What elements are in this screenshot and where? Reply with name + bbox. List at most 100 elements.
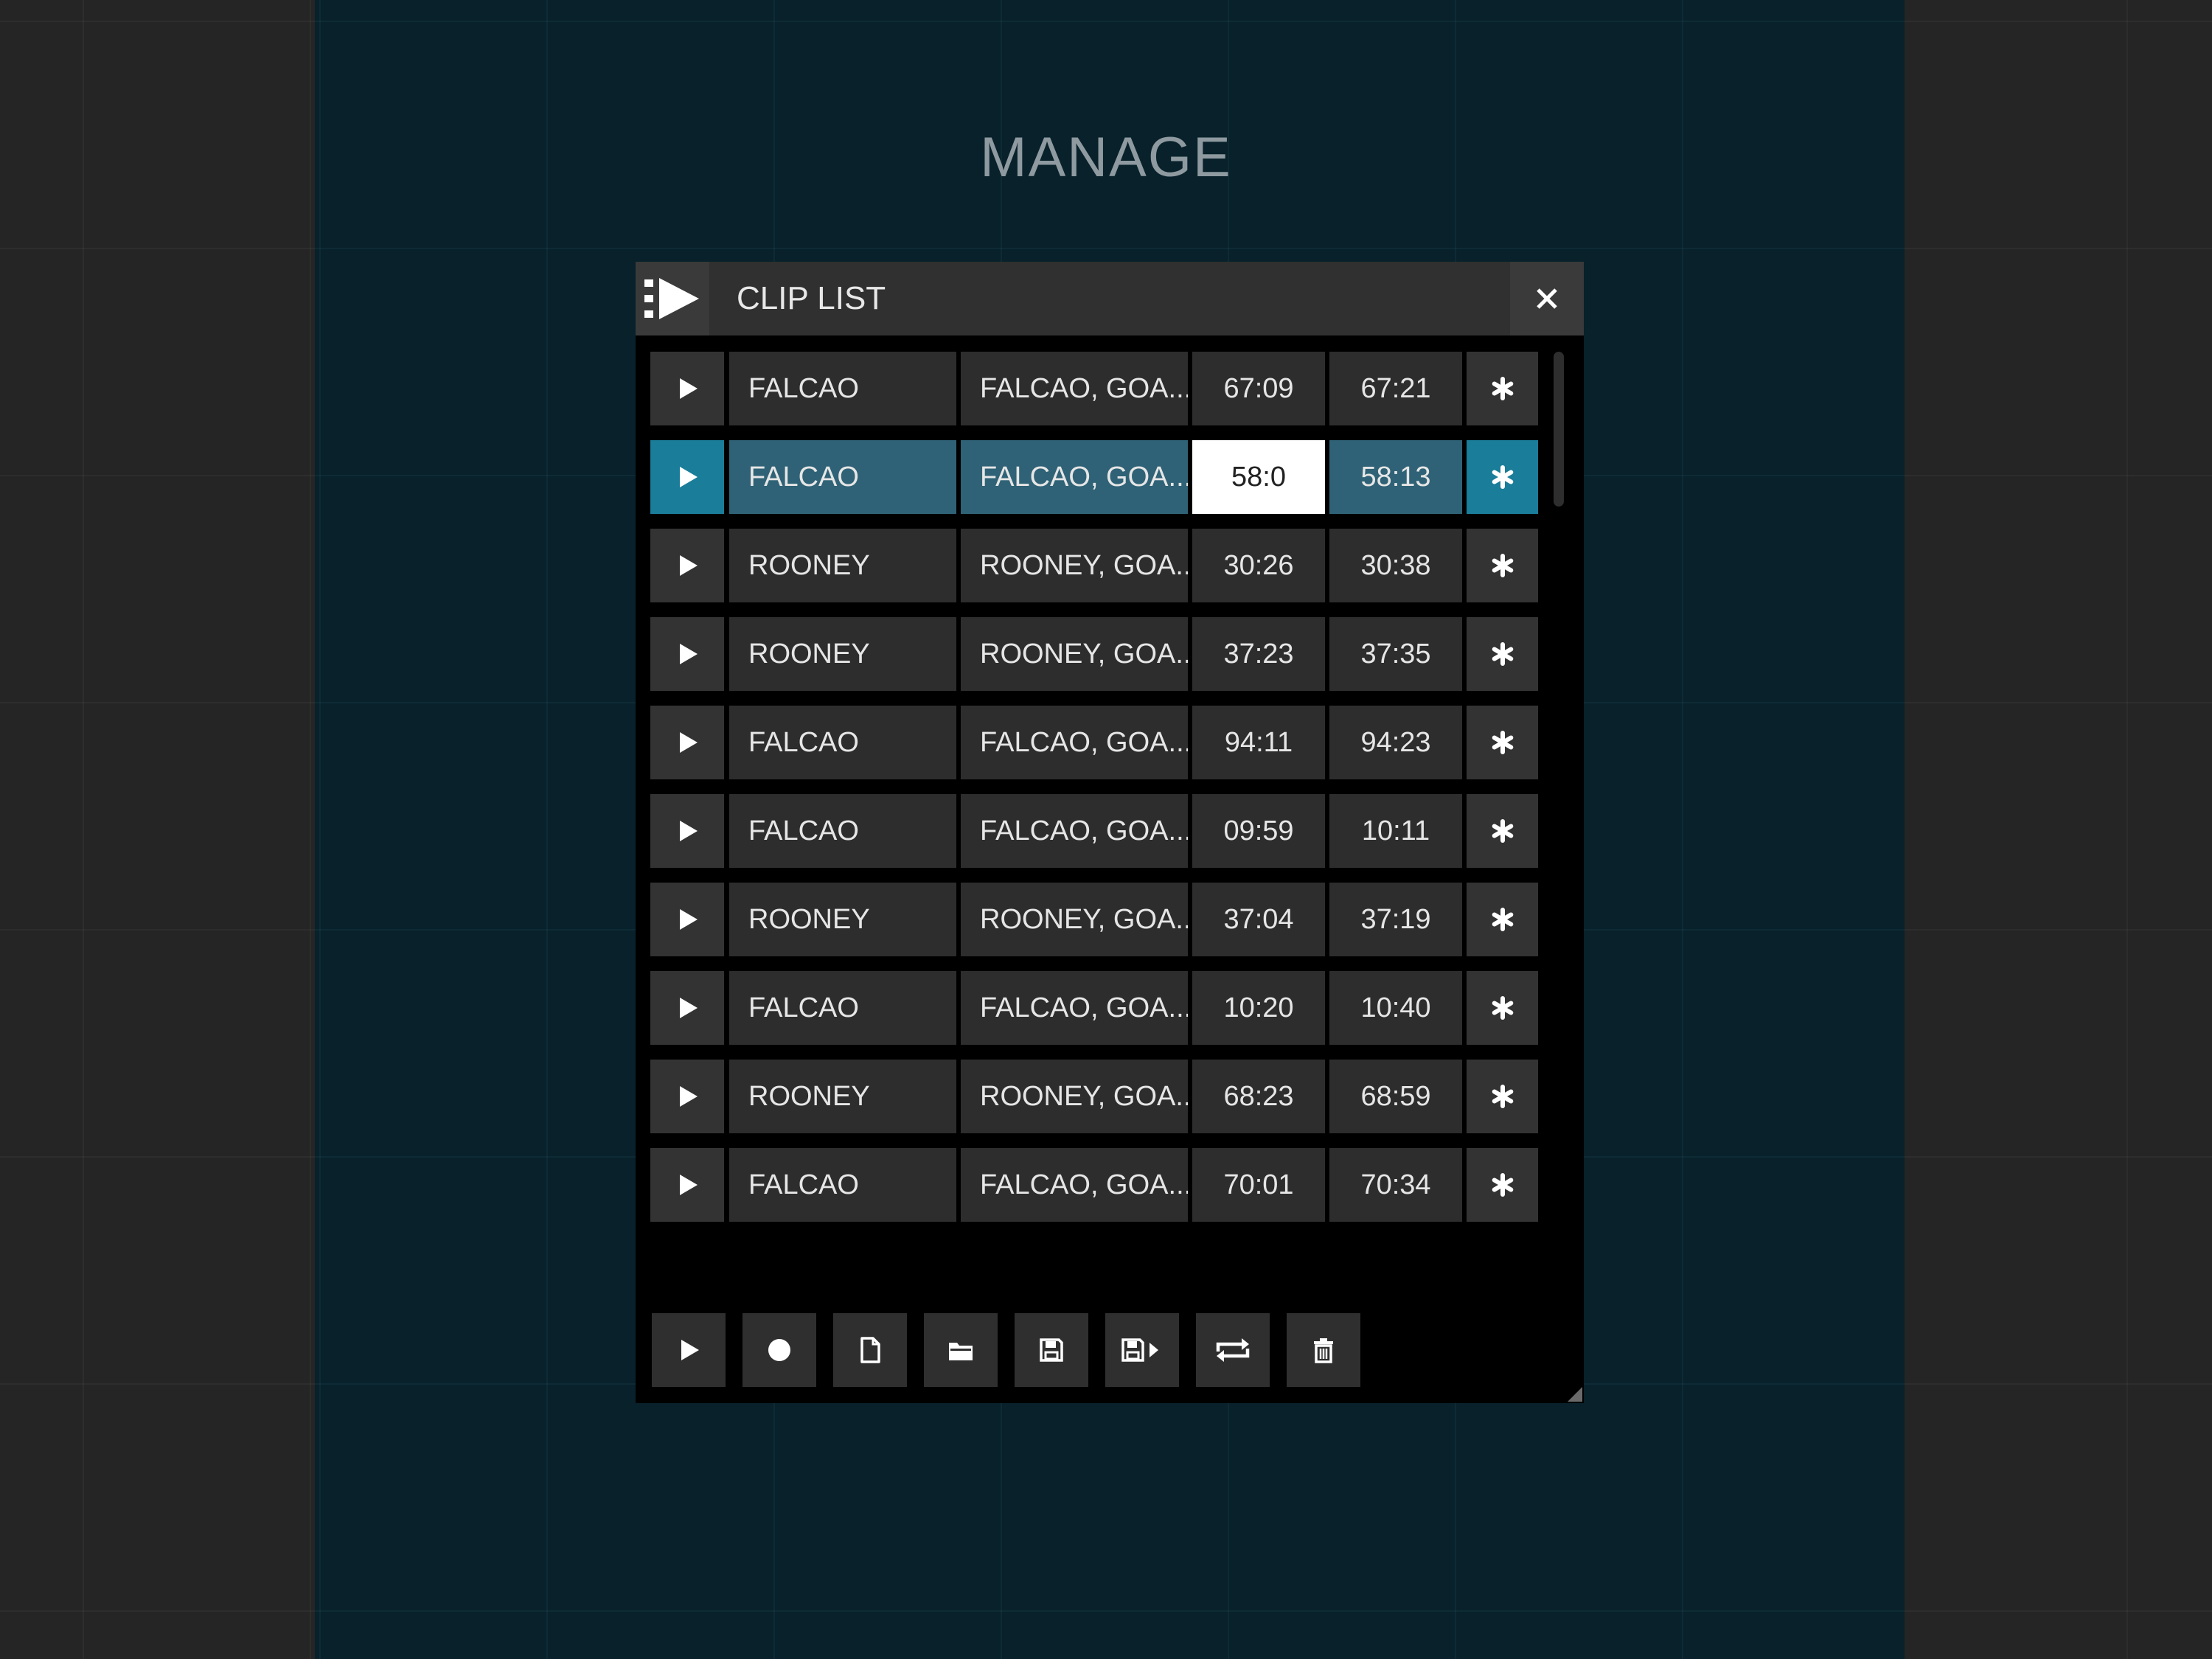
clip-out-time[interactable]: 10:11: [1329, 794, 1462, 868]
clip-row[interactable]: ROONEY ROONEY, GOA... 30:26 30:38: [650, 529, 1538, 602]
clip-options-button[interactable]: [1467, 352, 1538, 425]
clip-out-time[interactable]: 37:19: [1329, 883, 1462, 956]
clip-out-time[interactable]: 68:59: [1329, 1060, 1462, 1133]
clip-in-time[interactable]: 10:20: [1192, 971, 1325, 1045]
clip-options-button[interactable]: [1467, 971, 1538, 1045]
clip-name[interactable]: FALCAO: [729, 1148, 956, 1222]
asterisk-icon: [1492, 642, 1513, 666]
asterisk-icon: [1492, 554, 1513, 577]
clip-in-time[interactable]: 37:04: [1192, 883, 1325, 956]
clip-description[interactable]: FALCAO, GOA...: [961, 1148, 1188, 1222]
clip-out-time[interactable]: 58:13: [1329, 440, 1462, 514]
clip-options-button[interactable]: [1467, 883, 1538, 956]
clip-in-time[interactable]: 70:01: [1192, 1148, 1325, 1222]
clip-options-button[interactable]: [1467, 529, 1538, 602]
clip-row[interactable]: FALCAO FALCAO, GOA... 09:59 10:11: [650, 794, 1538, 868]
clip-row[interactable]: FALCAO FALCAO, GOA... 70:01 70:34: [650, 1148, 1538, 1222]
clip-in-time[interactable]: 68:23: [1192, 1060, 1325, 1133]
clip-play-button[interactable]: [650, 440, 724, 514]
clip-row[interactable]: FALCAO FALCAO, GOA... 58:0 58:13: [650, 440, 1538, 514]
clip-in-time[interactable]: 37:23: [1192, 617, 1325, 691]
clip-play-button[interactable]: [650, 617, 724, 691]
clip-play-button[interactable]: [650, 1060, 724, 1133]
clip-description[interactable]: ROONEY, GOA...: [961, 1060, 1188, 1133]
delete-button[interactable]: [1287, 1313, 1360, 1387]
clip-out-time[interactable]: 30:38: [1329, 529, 1462, 602]
clip-description[interactable]: FALCAO, GOA...: [961, 440, 1188, 514]
clip-options-button[interactable]: [1467, 1148, 1538, 1222]
clip-description[interactable]: FALCAO, GOA...: [961, 971, 1188, 1045]
clip-out-time[interactable]: 37:35: [1329, 617, 1462, 691]
clip-name[interactable]: ROONEY: [729, 883, 956, 956]
clip-name[interactable]: FALCAO: [729, 971, 956, 1045]
clip-out-time[interactable]: 70:34: [1329, 1148, 1462, 1222]
clip-in-time-editing[interactable]: 58:0: [1192, 440, 1325, 514]
save-as-button[interactable]: [1105, 1313, 1179, 1387]
clip-in-time[interactable]: 30:26: [1192, 529, 1325, 602]
clip-in-time[interactable]: 09:59: [1192, 794, 1325, 868]
asterisk-icon: [1492, 908, 1513, 931]
clip-out-time[interactable]: 67:21: [1329, 352, 1462, 425]
clip-in-time[interactable]: 94:11: [1192, 706, 1325, 779]
open-list-button[interactable]: [924, 1313, 998, 1387]
save-list-button[interactable]: [1015, 1313, 1088, 1387]
new-list-button[interactable]: [833, 1313, 907, 1387]
play-icon: [680, 821, 698, 841]
clip-description[interactable]: ROONEY, GOA...: [961, 529, 1188, 602]
clip-name[interactable]: FALCAO: [729, 352, 956, 425]
play-all-button[interactable]: [652, 1313, 726, 1387]
clip-description[interactable]: FALCAO, GOA...: [961, 706, 1188, 779]
clip-name[interactable]: ROONEY: [729, 617, 956, 691]
clip-row[interactable]: FALCAO FALCAO, GOA... 10:20 10:40: [650, 971, 1538, 1045]
resize-handle[interactable]: [1568, 1387, 1582, 1402]
clip-out-time[interactable]: 10:40: [1329, 971, 1462, 1045]
list-scrollbar[interactable]: [1554, 352, 1564, 507]
clip-options-button[interactable]: [1467, 706, 1538, 779]
clip-play-button[interactable]: [650, 971, 724, 1045]
clip-play-button[interactable]: [650, 352, 724, 425]
loop-button[interactable]: [1196, 1313, 1270, 1387]
clip-out-time[interactable]: 94:23: [1329, 706, 1462, 779]
clip-description[interactable]: ROONEY, GOA...: [961, 883, 1188, 956]
clip-name[interactable]: FALCAO: [729, 706, 956, 779]
clip-options-button[interactable]: [1467, 440, 1538, 514]
clip-in-time[interactable]: 67:09: [1192, 352, 1325, 425]
right-margin: [1905, 0, 2212, 1659]
record-button[interactable]: [742, 1313, 816, 1387]
clip-name[interactable]: FALCAO: [729, 440, 956, 514]
clip-name[interactable]: ROONEY: [729, 1060, 956, 1133]
clip-name[interactable]: ROONEY: [729, 529, 956, 602]
clip-description[interactable]: FALCAO, GOA...: [961, 352, 1188, 425]
play-icon: [680, 909, 698, 930]
clip-description[interactable]: FALCAO, GOA...: [961, 794, 1188, 868]
clip-list-play-icon: [636, 262, 709, 335]
clip-play-button[interactable]: [650, 1148, 724, 1222]
clip-row[interactable]: FALCAO FALCAO, GOA... 94:11 94:23: [650, 706, 1538, 779]
asterisk-icon: [1492, 996, 1513, 1020]
clip-play-button[interactable]: [650, 883, 724, 956]
clip-options-button[interactable]: [1467, 794, 1538, 868]
clip-play-button[interactable]: [650, 706, 724, 779]
loop-icon: [1216, 1338, 1250, 1362]
close-button[interactable]: [1510, 262, 1584, 335]
clip-row[interactable]: ROONEY ROONEY, GOA... 37:23 37:35: [650, 617, 1538, 691]
clip-options-button[interactable]: [1467, 617, 1538, 691]
clip-list-window: CLIP LIST FALCAO FALCAO, GOA... 67:09 67…: [636, 262, 1584, 1403]
close-icon: [1537, 288, 1557, 309]
asterisk-icon: [1492, 1173, 1513, 1197]
clip-play-button[interactable]: [650, 529, 724, 602]
asterisk-icon: [1492, 465, 1513, 489]
asterisk-icon: [1492, 731, 1513, 754]
window-titlebar[interactable]: CLIP LIST: [636, 262, 1584, 335]
clip-play-button[interactable]: [650, 794, 724, 868]
trash-icon: [1314, 1338, 1333, 1363]
play-icon: [680, 467, 698, 487]
clip-description[interactable]: ROONEY, GOA...: [961, 617, 1188, 691]
asterisk-icon: [1492, 1085, 1513, 1108]
clip-row[interactable]: FALCAO FALCAO, GOA... 67:09 67:21: [650, 352, 1538, 425]
clip-options-button[interactable]: [1467, 1060, 1538, 1133]
clip-name[interactable]: FALCAO: [729, 794, 956, 868]
clip-row[interactable]: ROONEY ROONEY, GOA... 68:23 68:59: [650, 1060, 1538, 1133]
play-icon: [680, 998, 698, 1018]
clip-row[interactable]: ROONEY ROONEY, GOA... 37:04 37:19: [650, 883, 1538, 956]
